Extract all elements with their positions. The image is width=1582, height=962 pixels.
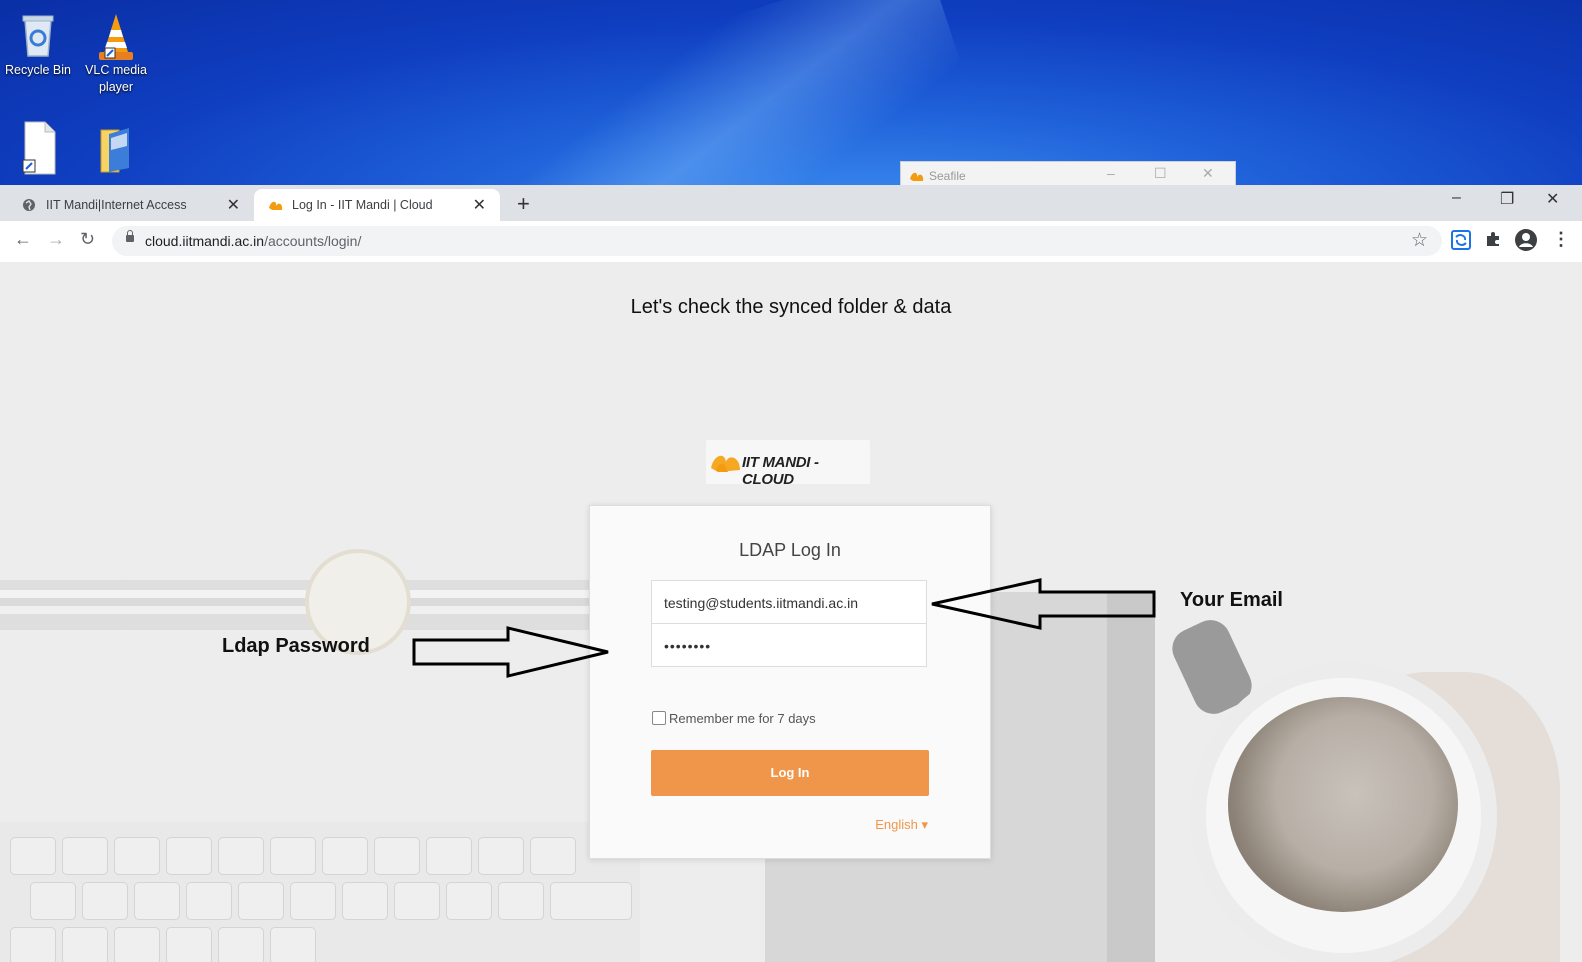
coffee-background: [1228, 697, 1458, 912]
site-logo[interactable]: IIT MANDI - CLOUD: [706, 440, 870, 488]
globe-icon: [22, 198, 36, 212]
extensions-puzzle-icon[interactable]: [1484, 230, 1502, 253]
reload-icon[interactable]: ↻: [80, 229, 95, 250]
desktop-icon-recycle-bin[interactable]: Recycle Bin: [0, 12, 76, 79]
browser-window: IIT Mandi|Internet Access ✕ Log In - IIT…: [0, 185, 1582, 263]
page-headline: Let's check the synced folder & data: [630, 296, 952, 318]
desktop-background: Recycle Bin VLC media player Seafile – ☐…: [0, 0, 1582, 190]
seafile-window-title: Seafile: [929, 169, 966, 183]
back-arrow-icon[interactable]: ←: [14, 229, 32, 250]
password-field[interactable]: ••••••••: [651, 623, 927, 667]
profile-avatar-icon[interactable]: [1514, 228, 1538, 257]
url-text: cloud.iitmandi.ac.in/accounts/login/: [145, 233, 362, 249]
arrow-right-to-password-icon: [412, 626, 609, 678]
bookmark-star-icon[interactable]: ☆: [1411, 229, 1428, 252]
desktop-icon-vlc[interactable]: VLC media player: [78, 12, 154, 96]
close-icon[interactable]: ✕: [1202, 165, 1214, 182]
minimize-icon[interactable]: –: [1107, 165, 1115, 181]
keyboard-background: [0, 822, 640, 962]
tab-label: Log In - IIT Mandi | Cloud: [292, 198, 433, 212]
document-shortcut-icon: [17, 120, 59, 175]
seafile-logo-icon: [710, 448, 742, 476]
sync-extension-icon[interactable]: [1451, 230, 1471, 255]
login-page: Let's check the synced folder & data IIT…: [0, 262, 1582, 962]
logo-text: IIT MANDI - CLOUD: [742, 454, 819, 488]
folder-icon: [95, 124, 137, 173]
desktop-icon-document[interactable]: [0, 120, 76, 175]
new-tab-plus-icon[interactable]: +: [517, 191, 530, 217]
restore-icon[interactable]: ❐: [1500, 189, 1514, 209]
tab-internet-access[interactable]: IIT Mandi|Internet Access ✕: [8, 189, 254, 221]
login-title: LDAP Log In: [739, 540, 841, 560]
maximize-icon[interactable]: ☐: [1154, 165, 1167, 182]
remember-me-label[interactable]: Remember me for 7 days: [669, 711, 816, 726]
lock-icon: [126, 230, 134, 242]
log-in-button[interactable]: Log In: [651, 750, 929, 796]
desktop-icon-folder[interactable]: [78, 124, 154, 174]
tab-label: IIT Mandi|Internet Access: [46, 198, 187, 212]
remember-me-checkbox[interactable]: [652, 711, 666, 725]
seafile-favicon-icon: [268, 198, 283, 212]
recycle-bin-icon: [17, 12, 59, 58]
close-tab-icon[interactable]: ✕: [227, 195, 240, 215]
annotation-ldap-password: Ldap Password: [222, 635, 370, 657]
kebab-menu-icon[interactable]: ⋮: [1552, 229, 1570, 250]
annotation-your-email: Your Email: [1180, 589, 1283, 611]
email-field[interactable]: testing@students.iitmandi.ac.in: [651, 580, 927, 624]
address-bar[interactable]: cloud.iitmandi.ac.in/accounts/login/ ☆: [112, 226, 1442, 256]
close-tab-icon[interactable]: ✕: [473, 195, 486, 215]
desktop-icon-label: Recycle Bin: [5, 63, 71, 77]
close-window-icon[interactable]: ✕: [1546, 189, 1559, 209]
forward-arrow-icon[interactable]: →: [47, 229, 65, 250]
watch-strap-background: [0, 580, 600, 630]
tab-strip: IIT Mandi|Internet Access ✕ Log In - IIT…: [0, 185, 1582, 221]
language-dropdown[interactable]: English ▾: [875, 817, 928, 833]
desktop-icon-label: VLC media player: [85, 63, 147, 94]
minimize-icon[interactable]: –: [1452, 189, 1461, 207]
login-card: LDAP Log In testing@students.iitmandi.ac…: [589, 505, 991, 859]
browser-toolbar: ← → ↻ cloud.iitmandi.ac.in/accounts/logi…: [0, 221, 1582, 263]
vlc-cone-icon: [95, 12, 137, 60]
arrow-left-to-email-icon: [931, 578, 1156, 630]
tab-cloud-login[interactable]: Log In - IIT Mandi | Cloud ✕: [254, 189, 500, 221]
